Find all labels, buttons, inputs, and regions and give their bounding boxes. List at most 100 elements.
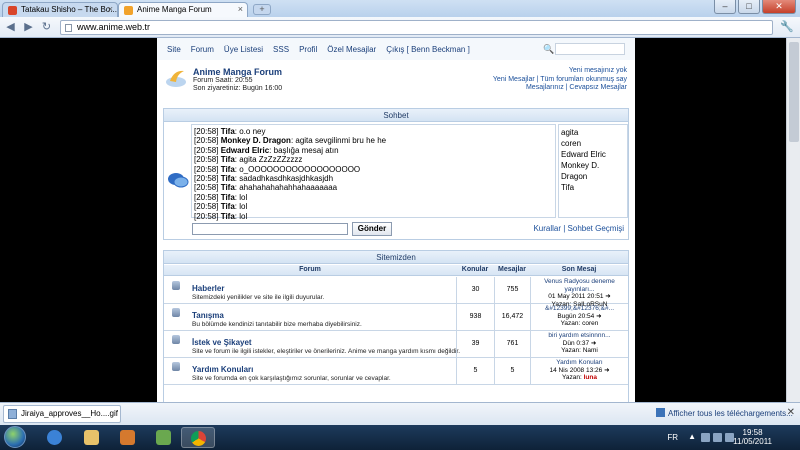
nav-forum[interactable]: Forum	[191, 45, 214, 54]
forum-category-sitemizden: Sitemizden Forum Konular Mesajlar Son Me…	[163, 250, 629, 402]
forum-row[interactable]: Tanışma Bu bölümde kendinizi tanıtabilir…	[164, 304, 628, 331]
page-viewport: Site Forum Üye Listesi SSS Profil Özel M…	[0, 38, 800, 402]
forum-name[interactable]: Yardım Konuları	[192, 365, 253, 374]
chat-links[interactable]: Kurallar | Sohbet Geçmişi	[533, 224, 624, 233]
chat-user[interactable]: Edward Elric	[561, 149, 625, 160]
nav-logout[interactable]: Çıkış [ Benn Beckman ]	[386, 45, 470, 54]
tab-anime-manga-forum[interactable]: Anime Manga Forum ×	[118, 2, 248, 17]
language-indicator[interactable]: FR	[667, 433, 678, 442]
search-icon[interactable]: 🔍	[543, 44, 554, 55]
last-post-author-label: Yazan:	[560, 320, 581, 327]
nav-faq[interactable]: SSS	[273, 45, 289, 54]
show-all-downloads-link[interactable]: Afficher tous les téléchargements...	[656, 408, 793, 418]
chat-user[interactable]: coren	[561, 138, 625, 149]
taskbar-explorer[interactable]	[75, 427, 109, 448]
forum-status-icon	[172, 281, 180, 290]
goto-last-post-icon[interactable]: ➜	[604, 367, 609, 374]
forum-row[interactable]: Yardım Konuları Site ve forumda en çok k…	[164, 358, 628, 385]
download-item[interactable]: Jiraiya_approves__Ho....gif	[3, 405, 121, 423]
chat-user[interactable]: Tifa	[561, 182, 625, 193]
start-button[interactable]	[4, 426, 26, 448]
new-posts-links[interactable]: Yeni Mesajlar | Tüm forumları okunmuş sa…	[493, 76, 627, 85]
chat-message-input[interactable]	[192, 223, 348, 235]
last-post-title[interactable]: biri yardım etsinnnn...	[531, 332, 628, 340]
last-post-author[interactable]: Nami	[583, 347, 598, 354]
chrome-icon	[191, 431, 206, 446]
tab-tatakau-shisho[interactable]: Tatakau Shisho – The Bo... ×	[2, 2, 118, 17]
wrench-menu-icon[interactable]: 🔧	[780, 20, 794, 33]
last-post-title[interactable]: &#12399;&#12376;&#...	[531, 305, 628, 313]
maximize-button[interactable]: □	[738, 0, 760, 14]
clock[interactable]: 19:58 11/05/2011	[733, 428, 772, 446]
chat-title: Sohbet	[164, 109, 628, 122]
show-hidden-icons-icon[interactable]: ▲	[688, 432, 696, 441]
taskbar-chrome[interactable]	[181, 427, 215, 448]
last-post-title[interactable]: Yardım Konuları	[531, 359, 628, 367]
no-new-messages[interactable]: Yeni mesajınız yok	[493, 67, 627, 76]
forum-row[interactable]: İstek ve Şikayet Site ve forum ile ilgil…	[164, 331, 628, 358]
chat-user[interactable]: Monkey D. Dragon	[561, 160, 625, 182]
taskbar-app[interactable]	[147, 427, 181, 448]
taskbar-media[interactable]	[111, 427, 145, 448]
forward-arrow-icon[interactable]: ▶	[21, 20, 36, 35]
search-input[interactable]	[555, 43, 625, 55]
last-post-author-label: Yazan:	[562, 374, 582, 381]
col-last-post: Son Mesaj	[561, 266, 597, 273]
last-post-author[interactable]: coren	[582, 320, 598, 327]
nav-profile[interactable]: Profil	[299, 45, 317, 54]
tab-favicon-icon	[124, 6, 133, 15]
taskbar-ie[interactable]	[38, 427, 72, 448]
chat-log[interactable]: [20:58] Tifa: o.o ney [20:58] Monkey D. …	[191, 124, 556, 221]
forum-name[interactable]: İstek ve Şikayet	[192, 338, 252, 347]
nav-site[interactable]: Site	[167, 45, 181, 54]
forum-name[interactable]: Haberler	[192, 284, 224, 293]
goto-last-post-icon[interactable]: ➜	[596, 313, 601, 320]
last-post-author-label: Yazan:	[561, 347, 581, 354]
chat-box: Sohbet [20:58] Tifa: o.o ney [20:58] Mon…	[163, 108, 629, 240]
forum-posts: 761	[494, 331, 530, 357]
close-shelf-icon[interactable]: ✕	[787, 407, 795, 418]
send-button[interactable]: Gönder	[352, 222, 392, 236]
forum-topics: 30	[456, 277, 494, 303]
forum-posts: 16,472	[494, 304, 530, 330]
page-scrollbar[interactable]	[786, 38, 800, 402]
chat-bubble-icon	[168, 173, 189, 188]
browser-toolbar: ◀ ▶ ↻ www.anime.web.tr 🔧	[0, 17, 800, 38]
chat-user[interactable]: agita	[561, 127, 625, 138]
category-title[interactable]: Sitemizden	[164, 251, 628, 264]
site-name[interactable]: Anime Manga Forum	[193, 67, 282, 77]
minimize-button[interactable]: –	[714, 0, 736, 14]
nav-members[interactable]: Üye Listesi	[224, 45, 263, 54]
address-bar[interactable]: www.anime.web.tr	[60, 20, 773, 35]
forum-table-header: Forum Konular Mesajlar Son Mesaj	[164, 265, 628, 276]
show-all-downloads-label: Afficher tous les téléchargements...	[668, 409, 793, 418]
goto-last-post-icon[interactable]: ➜	[605, 293, 610, 300]
tray-app-icon[interactable]	[701, 433, 710, 442]
last-visit: Son ziyaretiniz: Bugün 16:00	[193, 85, 283, 92]
tab-close-icon[interactable]: ×	[238, 4, 243, 14]
nav-private-messages[interactable]: Özel Mesajlar	[327, 45, 376, 54]
last-post-title[interactable]: Venus Radyosu deneme yayınları...	[531, 278, 628, 293]
forum-status-icon	[172, 335, 180, 344]
reload-icon[interactable]: ↻	[39, 20, 54, 35]
forum-top-nav: Site Forum Üye Listesi SSS Profil Özel M…	[157, 38, 635, 60]
forum-topics: 938	[456, 304, 494, 330]
tab-close-icon[interactable]: ×	[108, 4, 113, 14]
download-arrow-icon	[656, 408, 665, 417]
my-posts-links[interactable]: Mesajlarınız | Cevapsız Mesajlar	[493, 84, 627, 93]
last-post-author[interactable]: luna	[584, 374, 597, 381]
close-window-button[interactable]: ✕	[762, 0, 796, 14]
goto-last-post-icon[interactable]: ➜	[591, 340, 596, 347]
forum-row[interactable]: Haberler Sitemizdeki yenilikler ve site …	[164, 277, 628, 308]
scrollbar-thumb[interactable]	[789, 42, 799, 142]
new-tab-button[interactable]: +	[253, 4, 271, 15]
forum-name[interactable]: Tanışma	[192, 311, 224, 320]
page-icon	[65, 24, 72, 32]
back-arrow-icon[interactable]: ◀	[3, 20, 18, 35]
browser-tab-strip: Tatakau Shisho – The Bo... × Anime Manga…	[0, 0, 800, 17]
media-player-icon	[120, 430, 135, 445]
last-post: &#12399;&#12376;&#... Bugün 20:54 ➜ Yaza…	[530, 304, 628, 330]
forum-logo-icon	[166, 70, 186, 87]
last-post: Venus Radyosu deneme yayınları... 01 May…	[530, 277, 628, 308]
network-icon[interactable]	[713, 433, 722, 442]
